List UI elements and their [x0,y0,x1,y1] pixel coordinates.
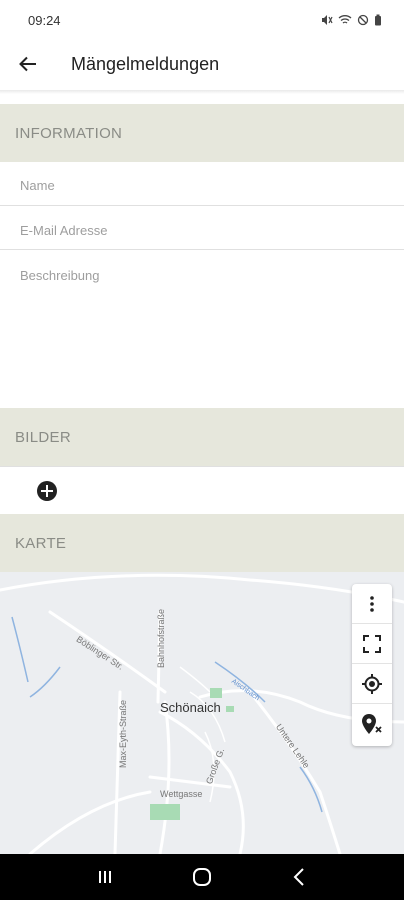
map-view[interactable]: Böblinger Str. Bahnhofstraße Max-Eyth-St… [0,572,404,854]
chevron-left-icon [293,868,305,886]
section-bilder-label: BILDER [15,428,71,446]
status-bar: 09:24 [0,0,404,40]
name-placeholder: Name [20,178,55,193]
section-bilder: BILDER [0,408,404,466]
street-label-max-eyth: Max-Eyth-Straße [118,699,128,768]
app-bar-divider [0,90,404,94]
map-fullscreen-button[interactable] [352,624,392,664]
wifi-icon [338,15,352,24]
page-title: Mängelmeldungen [71,53,220,74]
home-button[interactable] [182,857,222,897]
battery-icon [375,14,381,26]
back-button[interactable] [0,40,56,88]
app-bar: Mängelmeldungen [0,40,404,88]
nav-back-button[interactable] [279,857,319,897]
plus-circle-icon[interactable] [37,481,57,501]
email-field[interactable]: E-Mail Adresse [0,206,404,250]
home-icon [192,868,211,886]
email-placeholder: E-Mail Adresse [20,223,108,238]
fullscreen-icon [363,634,381,653]
section-karte: KARTE [0,514,404,572]
section-information-label: INFORMATION [15,124,123,142]
my-location-icon [362,673,382,694]
more-vertical-icon [370,595,374,612]
map-menu-button[interactable] [352,584,392,624]
status-time: 09:24 [28,12,61,28]
recent-apps-button[interactable] [85,857,125,897]
town-label: Schönaich [160,700,221,715]
marker-remove-icon [362,714,382,734]
street-label-wettgasse: Wettgasse [160,789,203,799]
images-row [0,466,404,514]
map-controls [352,584,392,746]
section-information: INFORMATION [0,104,404,162]
system-nav-bar [0,854,404,900]
arrow-left-icon [19,56,36,72]
street-label-bahnhofstrasse: Bahnhofstraße [156,608,166,668]
recent-apps-icon [98,871,111,883]
description-field[interactable]: Beschreibung [0,250,404,408]
description-placeholder: Beschreibung [20,268,100,283]
name-field[interactable]: Name [0,162,404,206]
section-karte-label: KARTE [15,534,67,552]
status-icons [321,14,382,26]
no-signal-icon [357,14,369,26]
map-clear-marker-button[interactable] [352,704,392,744]
map-locate-button[interactable] [352,664,392,704]
mute-icon [322,15,333,25]
